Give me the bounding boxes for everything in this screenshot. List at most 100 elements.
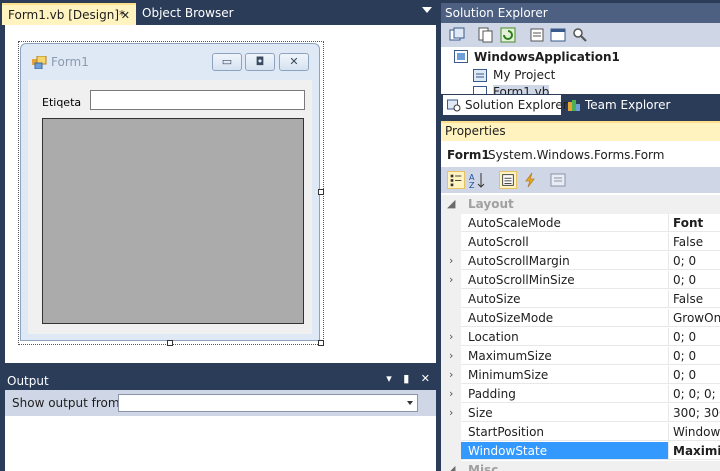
form1-window[interactable]: Form1 ▭ ◘ ✕ Etiqeta [20,43,320,341]
refresh-icon[interactable] [500,27,516,43]
property-name[interactable]: MaximumSize [461,347,669,365]
tree-item-solution[interactable]: WindowsApplication1 [474,50,620,64]
expand-icon[interactable]: › [449,330,453,343]
properties-object-selector[interactable]: Form1 System.Windows.Forms.Form [441,141,720,167]
expand-icon[interactable]: › [449,406,453,419]
property-row[interactable]: › MinimumSize 0; 0 [441,366,720,385]
property-value[interactable]: WindowsDefaultLocation [669,423,720,441]
property-value[interactable]: 0; 0 [669,328,720,346]
form-titlebar[interactable]: Form1 ▭ ◘ ✕ [21,44,319,80]
view-designer-icon[interactable] [550,27,566,43]
property-name[interactable]: StartPosition [461,423,669,441]
property-name[interactable]: WindowState [461,442,669,460]
tab-form1-design[interactable]: Form1.vb [Design]* ✕ [2,3,136,25]
tab-object-browser[interactable]: Object Browser [136,3,276,25]
textbox-control[interactable] [90,90,305,110]
maximize-button[interactable]: ◘ [245,53,275,71]
property-value[interactable]: Maximized [669,442,720,460]
row-gutter [441,290,461,309]
property-row[interactable]: › Size300; 300 [441,404,720,423]
properties-title: Properties [445,124,506,138]
property-row[interactable]: AutoSizeModeGrowOnly [441,309,720,328]
property-row[interactable]: AutoSize False [441,290,720,309]
expand-icon[interactable]: › [449,387,453,400]
form-designer-surface[interactable]: Form1 ▭ ◘ ✕ Etiqeta [5,25,436,363]
property-row[interactable]: › AutoScrollMargin 0; 0 [441,252,720,271]
categorized-icon[interactable] [447,171,465,189]
properties-icon[interactable] [449,27,465,43]
category-misc[interactable]: ◢ Misc [441,461,720,471]
resize-handle-right[interactable] [318,189,324,195]
show-all-files-icon[interactable] [477,27,493,43]
property-row[interactable]: WindowStateMaximized [441,442,720,461]
property-name[interactable]: Padding [461,385,669,403]
property-row[interactable]: AutoScaleMode Font [441,214,720,233]
category-label: Layout [468,197,514,211]
property-name[interactable]: Location [461,328,669,346]
solution-explorer-toolbar [441,23,720,47]
property-name[interactable]: MinimumSize [461,366,669,384]
property-value[interactable]: Font [669,214,720,232]
property-row[interactable]: AutoScroll False [441,233,720,252]
output-toolbar: Show output from: [5,390,436,416]
solution-explorer-title: Solution Explorer [445,6,548,20]
property-value[interactable]: GrowOnly [669,309,720,327]
expand-icon[interactable]: › [449,254,453,267]
expand-icon[interactable]: › [449,273,453,286]
property-value[interactable]: 0; 0; 0; 0 [669,385,720,403]
view-code-icon[interactable] [529,27,545,43]
property-name[interactable]: AutoScaleMode [461,214,669,232]
tab-solution-explorer[interactable]: Solution Explorer [443,95,568,115]
tab-team-explorer[interactable]: Team Explorer [563,95,683,115]
property-row[interactable]: › Location 0; 0 [441,328,720,347]
category-layout[interactable]: ◢ Layout [441,195,720,214]
output-text-area[interactable] [5,416,436,471]
row-gutter [441,423,461,442]
row-gutter: › [441,404,461,423]
tab-dropdown-icon[interactable] [422,7,432,13]
tab-label: Solution Explorer [465,98,568,112]
properties-view-icon[interactable] [499,171,517,189]
label-etiqeta[interactable]: Etiqeta [42,96,81,109]
minimize-button[interactable]: ▭ [212,53,242,71]
property-name[interactable]: AutoScrollMargin [461,252,669,270]
row-gutter: › [441,252,461,271]
property-row[interactable]: › MaximumSize 0; 0 [441,347,720,366]
property-value[interactable]: False [669,233,720,251]
resize-handle-bottom[interactable] [167,340,173,346]
property-value[interactable]: 0; 0 [669,366,720,384]
property-value[interactable]: 300; 300 [669,404,720,422]
property-name[interactable]: Size [461,404,669,422]
property-value[interactable]: 0; 0 [669,252,720,270]
events-icon[interactable] [521,171,539,189]
resize-handle-corner[interactable] [318,340,324,346]
form-client-area[interactable]: Etiqeta [28,80,312,334]
property-pages-icon[interactable] [549,171,567,189]
property-name[interactable]: AutoSizeMode [461,309,669,327]
property-name[interactable]: AutoSize [461,290,669,308]
property-row[interactable]: › Padding0; 0; 0; 0 [441,385,720,404]
expand-icon[interactable]: › [449,368,453,381]
output-window-buttons[interactable]: ▾ ▮ ✕ [386,372,434,385]
my-project-icon [473,69,487,82]
tree-item-my-project[interactable]: My Project [493,68,555,82]
row-gutter: › [441,366,461,385]
row-gutter: › [441,347,461,366]
tab-close-icon[interactable]: ✕ [121,5,130,26]
property-name[interactable]: AutoScroll [461,233,669,251]
property-row[interactable]: StartPositionWindowsDefaultLocation [441,423,720,442]
output-source-select[interactable] [118,394,418,412]
minimize-icon: ▭ [221,55,233,68]
property-name[interactable]: AutoScrollMinSize [461,271,669,289]
expand-icon[interactable]: › [449,349,453,362]
class-view-icon[interactable] [572,27,588,43]
property-value[interactable]: 0; 0 [669,271,720,289]
close-button[interactable]: ✕ [279,53,309,71]
property-row[interactable]: › AutoScrollMinSize 0; 0 [441,271,720,290]
panel-control[interactable] [42,118,304,324]
form-app-icon [32,56,47,69]
property-value[interactable]: 0; 0 [669,347,720,365]
property-value[interactable]: False [669,290,720,308]
alphabetical-icon[interactable]: AZ [468,171,486,189]
object-type: System.Windows.Forms.Form [488,148,665,162]
